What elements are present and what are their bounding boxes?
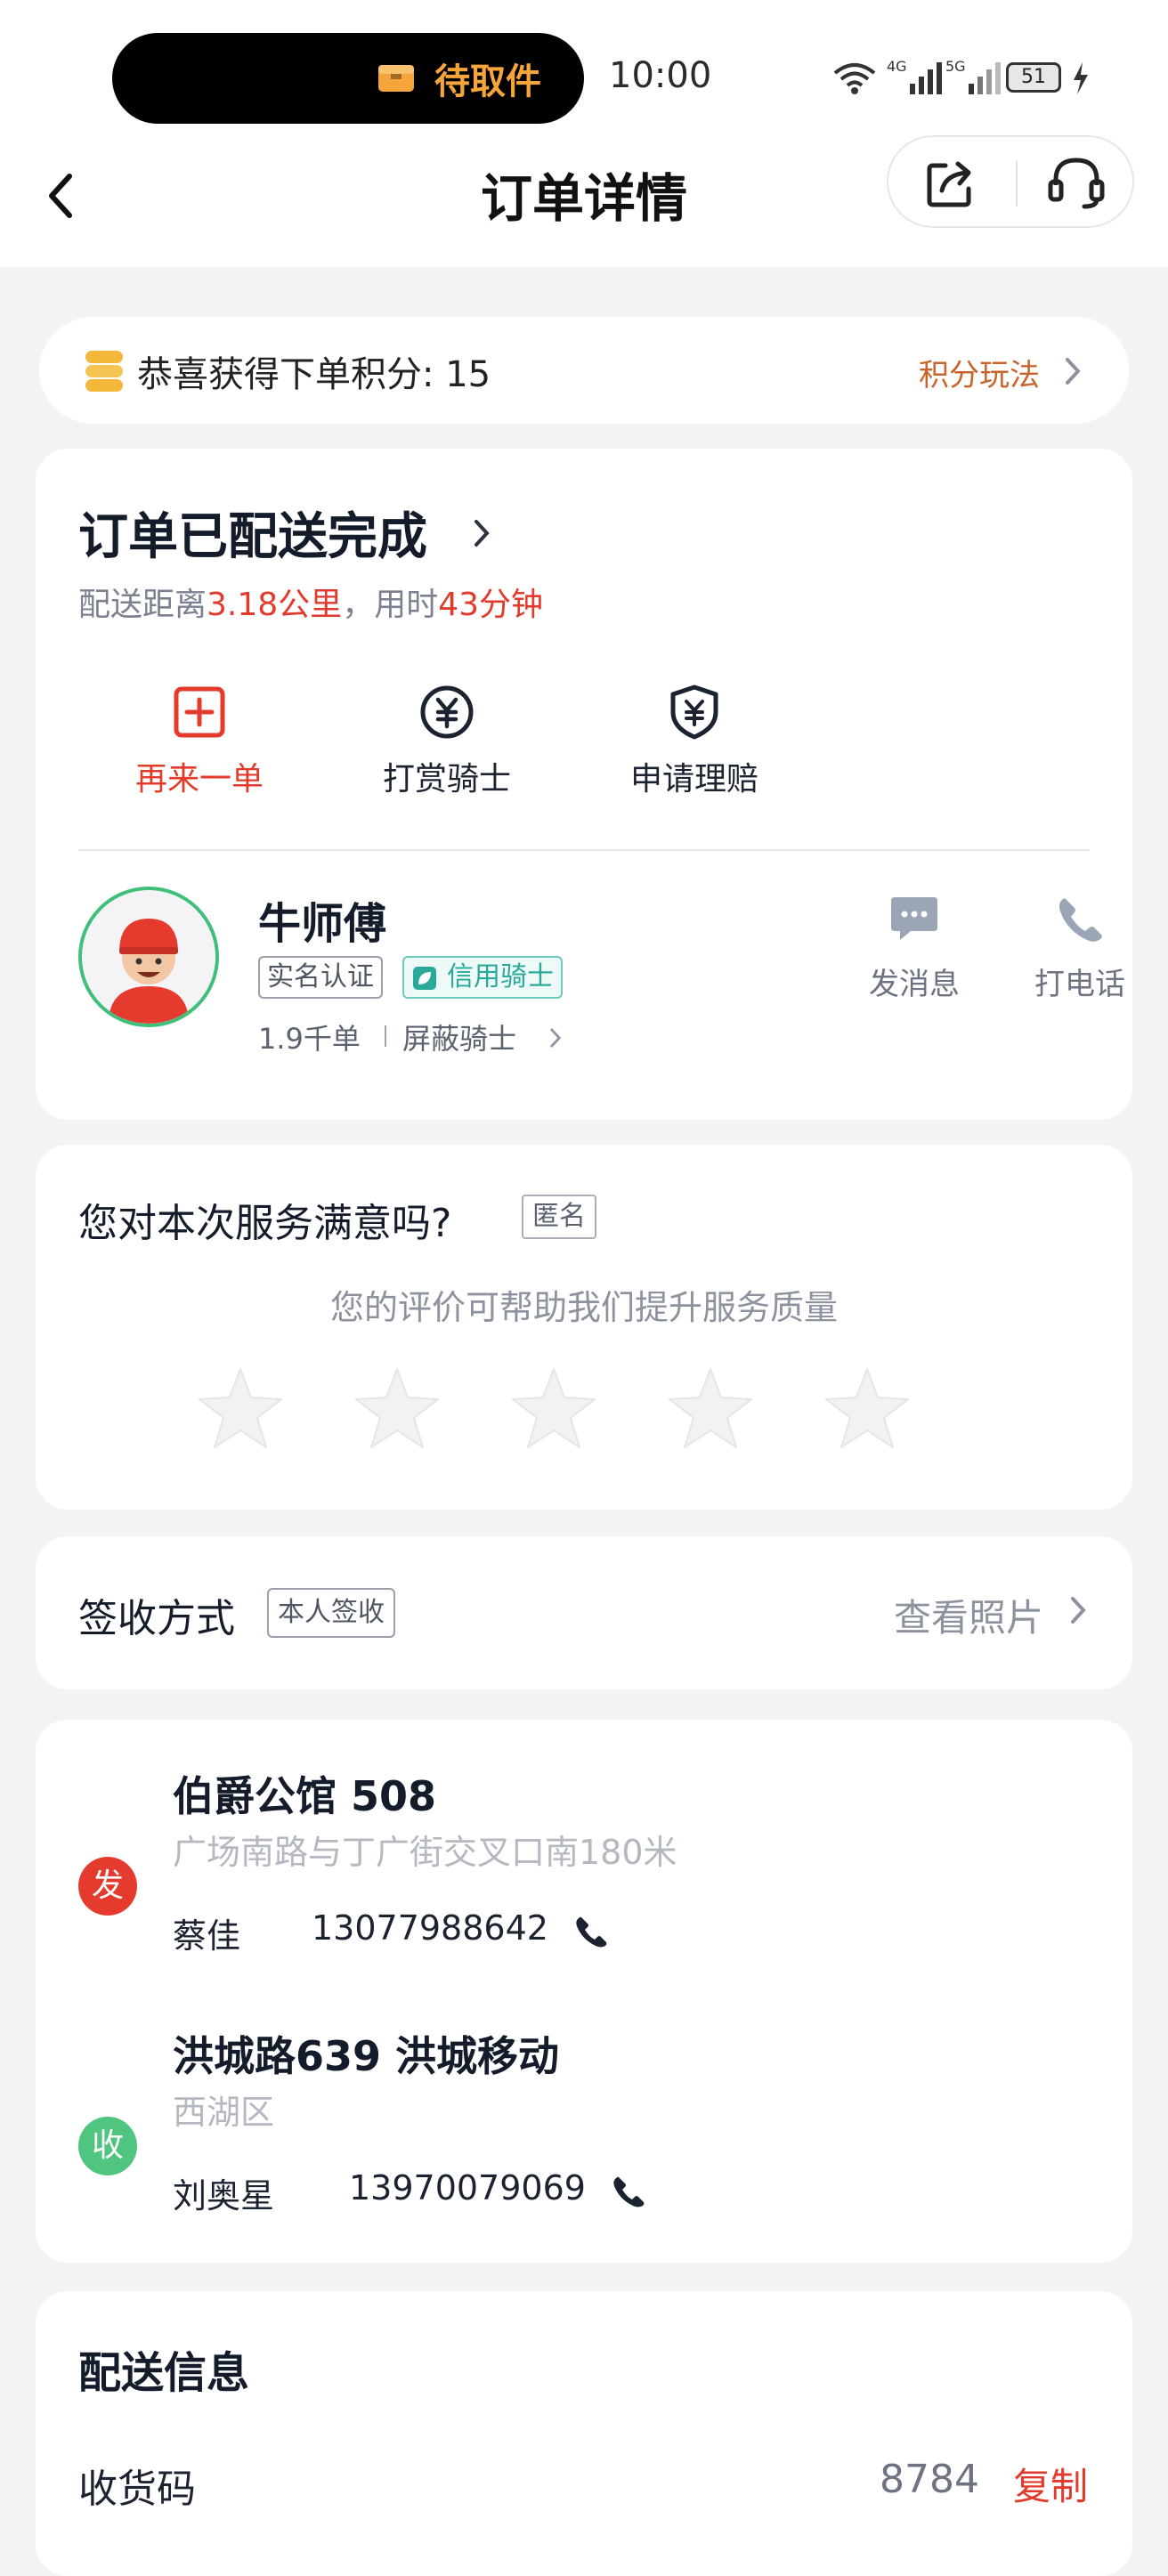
wifi-icon	[833, 63, 876, 94]
sender-phone: 13077988642	[312, 1908, 548, 1948]
chevron-right-icon	[1071, 1597, 1086, 1624]
call-label: 打电话	[1034, 967, 1125, 1002]
rider-name: 牛师傅	[258, 899, 387, 949]
rating-question: 您对本次服务满意吗?	[78, 1201, 452, 1246]
star-5-icon[interactable]	[821, 1364, 913, 1453]
points-rules-link[interactable]: 积分玩法	[919, 351, 1040, 394]
claim-compensation-label: 申请理赔	[629, 761, 758, 798]
clock: 10:00	[609, 55, 712, 96]
claim-compensation-button[interactable]: 申请理赔	[605, 684, 783, 799]
star-1-icon[interactable]	[194, 1364, 287, 1453]
block-rider-link[interactable]: 屏蔽骑士	[402, 1017, 516, 1057]
status-icons: 4G 5G 51	[831, 55, 1099, 100]
delivery-info-card: 配送信息 收货码 8784 复制	[36, 2291, 1132, 2576]
svg-text:5G: 5G	[945, 58, 966, 75]
call-rider-button[interactable]: 打电话	[1004, 894, 1156, 1003]
coins-icon	[85, 351, 123, 392]
plus-box-icon	[174, 686, 225, 738]
delivery-summary: 配送距离3.18公里，用时43分钟	[78, 579, 543, 625]
package-icon	[378, 65, 414, 92]
battery-indicator: 51	[1006, 62, 1061, 93]
dynamic-island-pill[interactable]: 待取件	[112, 33, 584, 124]
signal-5g-icon: 5G	[945, 58, 1001, 94]
chat-bubble-icon	[891, 897, 937, 940]
duration-prefix: ，用时	[342, 587, 439, 623]
headset-support-icon[interactable]	[1045, 151, 1107, 214]
reorder-label: 再来一单	[134, 761, 264, 798]
distance-prefix: 配送距离	[78, 587, 207, 623]
star-3-icon[interactable]	[507, 1364, 600, 1453]
message-rider-button[interactable]: 发消息	[839, 894, 990, 1003]
signal-4g-icon: 4G	[887, 58, 942, 94]
pill-status-text: 待取件	[434, 61, 541, 102]
credit-rider-label: 信用骑士	[447, 961, 554, 992]
anonymous-badge: 匿名	[522, 1195, 596, 1239]
credit-rider-badge: 信用骑士	[402, 956, 563, 999]
message-label: 发消息	[869, 967, 960, 1002]
sender-badge: 发	[78, 1857, 137, 1916]
rider-avatar-illustration	[82, 890, 215, 1024]
top-bar: 待取件 10:00 4G 5G 51 订单详情	[0, 0, 1168, 267]
leaf-icon	[413, 967, 436, 990]
meta-divider	[385, 1025, 386, 1047]
points-banner[interactable]: 恭喜获得下单积分: 15 积分玩法	[39, 317, 1129, 424]
points-message: 恭喜获得下单积分: 15	[137, 354, 491, 395]
svg-text:4G: 4G	[887, 58, 907, 75]
signing-method-label: 签收方式	[78, 1596, 235, 1641]
delivery-info-title: 配送信息	[78, 2348, 250, 2398]
receiver-badge: 收	[78, 2117, 137, 2175]
copy-code-button[interactable]: 复制	[1013, 2457, 1088, 2511]
tip-rider-label: 打赏骑士	[382, 761, 511, 798]
phone-icon[interactable]	[573, 1914, 609, 1949]
sender-name: 蔡佳	[173, 1916, 241, 1956]
tool-divider	[1016, 160, 1018, 207]
signing-method-badge: 本人签收	[267, 1588, 395, 1638]
view-photo-link[interactable]: 查看照片	[894, 1588, 1043, 1642]
receiver-phone: 13970079069	[349, 2168, 586, 2207]
divider	[78, 849, 1090, 851]
phone-icon[interactable]	[611, 2174, 646, 2209]
charging-icon	[1074, 62, 1088, 94]
tip-rider-button[interactable]: 打赏骑士	[358, 684, 536, 799]
star-rating	[194, 1364, 977, 1462]
rider-order-count: 1.9千单	[258, 1022, 361, 1056]
yuan-coin-icon	[420, 685, 474, 739]
signing-method-card: 签收方式 本人签收 查看照片	[36, 1536, 1132, 1689]
sender-address-title: 伯爵公馆 508	[173, 1772, 437, 1820]
share-icon[interactable]	[922, 155, 979, 212]
order-status-card: 订单已配送完成 配送距离3.18公里，用时43分钟 再来一单 打赏骑士 申请理赔	[36, 449, 1132, 1120]
rating-card: 您对本次服务满意吗? 匿名 您的评价可帮助我们提升服务质量	[36, 1145, 1132, 1510]
shield-yuan-icon	[670, 685, 718, 740]
chevron-right-icon	[550, 1028, 562, 1048]
rating-hint: 您的评价可帮助我们提升服务质量	[329, 1288, 838, 1327]
phone-icon	[1058, 898, 1102, 942]
star-4-icon[interactable]	[664, 1364, 757, 1453]
receiver-address-title: 洪城路639 洪城移动	[173, 2032, 560, 2080]
rider-avatar[interactable]	[78, 887, 219, 1027]
chevron-right-icon	[1066, 358, 1081, 385]
delivery-distance: 3.18公里	[207, 587, 343, 623]
chevron-right-icon[interactable]	[472, 518, 491, 548]
delivery-duration: 43分钟	[438, 587, 544, 623]
pickup-code-label: 收货码	[78, 2467, 196, 2512]
receiver-address-detail: 西湖区	[173, 2093, 275, 2132]
verified-badge: 实名认证	[258, 956, 383, 999]
receiver-name: 刘奥星	[173, 2176, 275, 2216]
star-2-icon[interactable]	[351, 1364, 443, 1453]
pickup-code-value: 8784	[880, 2457, 979, 2502]
reorder-button[interactable]: 再来一单	[110, 684, 288, 799]
order-status-title[interactable]: 订单已配送完成	[78, 497, 427, 569]
address-card: 发 伯爵公馆 508 广场南路与丁广街交叉口南180米 蔡佳 130779886…	[36, 1720, 1132, 2263]
sender-address-detail: 广场南路与丁广街交叉口南180米	[173, 1833, 677, 1872]
header-tools	[887, 135, 1134, 228]
